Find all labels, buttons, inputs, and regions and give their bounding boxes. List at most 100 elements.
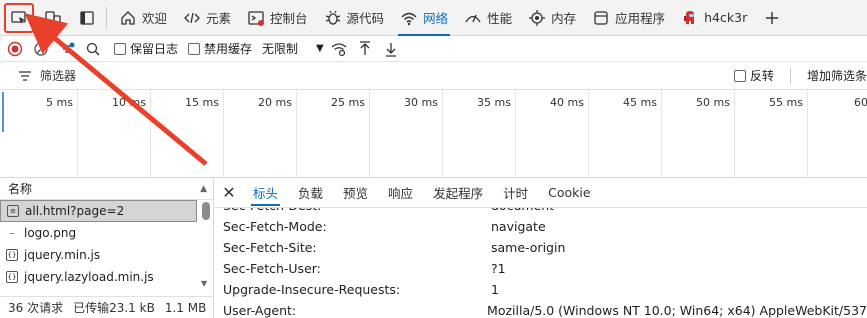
tab-preview[interactable]: 预览 <box>333 178 378 208</box>
timeline-tick-label: 40 ms <box>550 96 584 109</box>
transferred-size: 已传输23.1 kB <box>73 301 155 315</box>
tab-application[interactable]: 应用程序 <box>584 0 673 36</box>
checkbox-box[interactable] <box>733 69 746 82</box>
tab-headers[interactable]: 标头 <box>243 178 288 208</box>
request-name: all.html?page=2 <box>25 204 125 218</box>
timeline-tick-label: 45 ms <box>623 96 657 109</box>
toggle-sidebar-button[interactable] <box>72 3 102 33</box>
timeline-tick-label: 25 ms <box>331 96 365 109</box>
tab-label: 应用程序 <box>615 11 666 26</box>
request-timing-bar <box>2 92 4 132</box>
filter-lines-icon <box>19 70 31 81</box>
code-icon <box>184 12 200 23</box>
timeline-tick-label: 55 ms <box>769 96 803 109</box>
clear-button[interactable] <box>30 38 52 60</box>
timeline-tick-label: 20 ms <box>258 96 292 109</box>
tab-label: 控制台 <box>270 11 308 26</box>
request-name: logo.png <box>24 226 77 240</box>
app-icon <box>594 10 608 25</box>
detail-tabs: ✕ 标头 负载 预览 响应 发起程序 计时 Cookie <box>215 178 867 208</box>
import-har-button[interactable] <box>354 38 376 60</box>
header-key: Sec-Fetch-Site: <box>223 240 317 255</box>
timeline-gridline <box>369 90 370 178</box>
script-icon: {} <box>6 271 18 283</box>
tab-performance[interactable]: 性能 <box>456 0 520 36</box>
request-list-scrollbar[interactable]: ▼ <box>201 180 211 288</box>
clear-icon <box>34 41 48 56</box>
search-button[interactable] <box>82 38 104 60</box>
timeline-tick-label: 5 ms <box>46 96 73 109</box>
header-row: User-Agent: Mozilla/5.0 (Windows NT 10.0… <box>223 303 867 318</box>
memory-icon <box>529 9 546 26</box>
header-key: Sec-Fetch-Dest: <box>223 208 491 219</box>
add-tab-button[interactable] <box>755 0 789 36</box>
amongus-icon <box>684 10 695 24</box>
console-icon <box>248 10 265 26</box>
filter-options: 反转 增加筛选条 <box>724 67 867 84</box>
request-row[interactable]: {} jquery.min.js <box>0 244 213 266</box>
timeline-gridline <box>661 90 662 178</box>
tab-response[interactable]: 响应 <box>378 178 423 208</box>
timeline-gridline <box>734 90 735 178</box>
record-button[interactable] <box>4 38 26 60</box>
document-icon: ≡ <box>7 205 19 217</box>
tab-label: 元素 <box>206 11 232 26</box>
tab-payload[interactable]: 负载 <box>288 178 333 208</box>
timeline-gridline <box>807 90 808 178</box>
checkbox-box[interactable] <box>114 42 126 55</box>
request-list: 名称 ▲ ≡ all.html?page=2 – logo.png {} jqu… <box>0 178 214 318</box>
more-filters-button[interactable]: 增加筛选条 <box>807 67 867 84</box>
devtools-tabbar: 欢迎 元素 控制台 源代码 网络 性能 内存 应用程序 h4ck3r <box>0 0 867 36</box>
request-row[interactable]: {} jquery.lazyload.min.js <box>0 266 213 288</box>
header-row: Sec-Fetch-Site: same-origin <box>223 240 867 261</box>
header-value: document <box>491 208 554 219</box>
panel-icon <box>80 10 94 25</box>
tab-elements[interactable]: 元素 <box>175 0 239 36</box>
scrollbar-thumb[interactable] <box>202 202 210 220</box>
close-icon: ✕ <box>222 183 236 202</box>
timeline-tick-label: 50 ms <box>696 96 730 109</box>
tab-welcome[interactable]: 欢迎 <box>111 0 175 36</box>
tab-network[interactable]: 网络 <box>392 0 456 36</box>
upload-icon <box>359 40 370 55</box>
header-key: Sec-Fetch-User: <box>223 261 321 276</box>
filter-input[interactable]: 筛选器 <box>18 67 76 84</box>
header-value: navigate <box>491 219 546 234</box>
tab-timing[interactable]: 计时 <box>493 178 538 208</box>
scroll-down-icon[interactable]: ▼ <box>201 279 207 288</box>
wifi-settings-icon <box>331 42 347 56</box>
tab-extension[interactable]: h4ck3r <box>673 0 755 36</box>
network-conditions-button[interactable] <box>328 38 350 60</box>
throttling-select[interactable]: 无限制 <box>262 40 298 57</box>
column-header-label: 名称 <box>8 182 33 196</box>
filter-toggle-button[interactable] <box>56 38 78 60</box>
tab-sources[interactable]: 源代码 <box>316 0 393 36</box>
export-har-button[interactable] <box>380 38 402 60</box>
chevron-down-icon[interactable]: ▼ <box>316 43 324 54</box>
header-key: User-Agent: <box>223 303 297 318</box>
tab-cookies[interactable]: Cookie <box>538 178 600 208</box>
header-key: Sec-Fetch-Mode: <box>223 219 327 234</box>
close-detail-button[interactable]: ✕ <box>215 183 243 202</box>
inspect-element-button[interactable] <box>4 2 34 33</box>
request-row[interactable]: – logo.png <box>0 222 213 244</box>
tab-label: 欢迎 <box>142 11 168 26</box>
timeline-tick-label: 10 ms <box>112 96 146 109</box>
timeline-gridline <box>223 90 224 178</box>
network-summary: 36 次请求 已传输23.1 kB 1.1 MB <box>0 296 214 318</box>
tab-memory[interactable]: 内存 <box>520 0 584 36</box>
device-emulation-button[interactable] <box>38 3 68 33</box>
device-icon <box>45 10 61 25</box>
performance-icon <box>465 14 481 22</box>
invert-checkbox[interactable]: 反转 <box>733 67 774 84</box>
request-row[interactable]: ≡ all.html?page=2 <box>0 200 197 222</box>
header-value: same-origin <box>491 240 566 255</box>
name-column-header[interactable]: 名称 ▲ <box>0 178 213 200</box>
tab-console[interactable]: 控制台 <box>239 0 316 36</box>
disable-cache-checkbox[interactable]: 禁用缓存 <box>188 40 252 57</box>
tab-initiator[interactable]: 发起程序 <box>423 178 493 208</box>
preserve-log-checkbox[interactable]: 保留日志 <box>114 40 178 57</box>
network-overview[interactable]: 5 ms 10 ms 15 ms 20 ms 25 ms 30 ms 35 ms 40 ms 4… <box>0 90 867 178</box>
checkbox-box[interactable] <box>188 42 201 55</box>
image-icon: – <box>9 226 15 240</box>
